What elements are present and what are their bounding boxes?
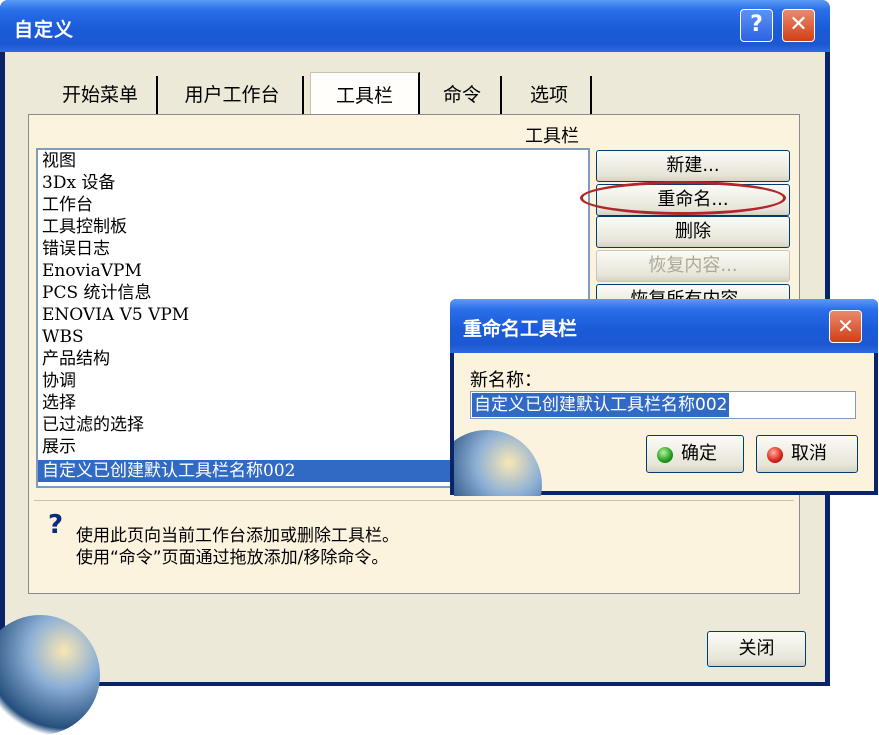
tab-commands[interactable]: 命令 [424, 76, 502, 114]
question-mark-icon: ? [48, 510, 64, 540]
tab-options[interactable]: 选项 [508, 76, 592, 114]
list-item[interactable]: 错误日志 [42, 238, 110, 260]
tab-user-workbench[interactable]: 用户工作台 [162, 76, 304, 114]
hint-line-2: 使用“命令”页面通过拖放添加/移除命令。 [76, 548, 389, 568]
dialog-title: 重命名工具栏 [463, 318, 578, 340]
ok-button[interactable]: 确定 [646, 435, 744, 473]
toolbars-group-label: 工具栏 [525, 126, 579, 147]
new-name-input[interactable]: 自定义已创建默认工具栏名称002 [470, 391, 856, 419]
list-item[interactable]: 协调 [42, 370, 76, 392]
new-name-label: 新名称： [470, 370, 542, 391]
cancel-red-dot-icon [767, 447, 783, 463]
list-item[interactable]: 已过滤的选择 [42, 414, 144, 436]
tab-start-menu[interactable]: 开始菜单 [44, 76, 158, 114]
delete-button[interactable]: 删除 [596, 216, 790, 248]
tab-label: 选项 [529, 84, 568, 106]
close-button[interactable]: 关闭 [707, 631, 806, 667]
list-item[interactable]: 工具控制板 [42, 216, 127, 238]
new-button[interactable]: 新建... [596, 150, 790, 182]
tab-label: 工具栏 [335, 85, 393, 107]
panel-separator [34, 500, 794, 501]
list-item[interactable]: 选择 [42, 392, 76, 414]
close-icon: ✕ [789, 12, 808, 37]
list-item[interactable]: ENOVIA V5 VPM [42, 304, 189, 326]
tab-label: 用户工作台 [184, 84, 280, 106]
ok-green-dot-icon [657, 447, 673, 463]
list-item[interactable]: EnoviaVPM [42, 260, 142, 282]
help-icon: ? [750, 12, 763, 37]
cancel-label: 取消 [791, 443, 827, 464]
cancel-button[interactable]: 取消 [756, 435, 858, 473]
list-item[interactable]: WBS [42, 326, 84, 348]
tab-label: 命令 [442, 84, 481, 106]
restore-button: 恢复内容... [596, 250, 790, 282]
list-item[interactable]: 产品结构 [42, 348, 110, 370]
list-item[interactable]: 工作台 [42, 194, 93, 216]
tab-label: 开始菜单 [61, 84, 138, 106]
window-title: 自定义 [14, 19, 75, 41]
close-icon: ✕ [837, 314, 854, 338]
list-item[interactable]: PCS 统计信息 [42, 282, 152, 304]
tab-toolbars[interactable]: 工具栏 [310, 72, 420, 116]
list-item[interactable]: 展示 [42, 436, 76, 458]
dialog-titlebar[interactable]: 重命名工具栏 ✕ [450, 299, 878, 353]
window-close-button[interactable]: ✕ [782, 9, 815, 42]
dialog-close-button[interactable]: ✕ [829, 310, 862, 343]
help-button[interactable]: ? [740, 9, 773, 42]
list-item[interactable]: 3Dx 设备 [42, 172, 115, 194]
ok-label: 确定 [681, 443, 717, 464]
highlight-ellipse [580, 181, 786, 215]
new-name-value: 自定义已创建默认工具栏名称002 [472, 393, 730, 417]
list-item[interactable]: 视图 [42, 150, 76, 172]
window-titlebar[interactable]: 自定义 ? ✕ [0, 0, 830, 52]
